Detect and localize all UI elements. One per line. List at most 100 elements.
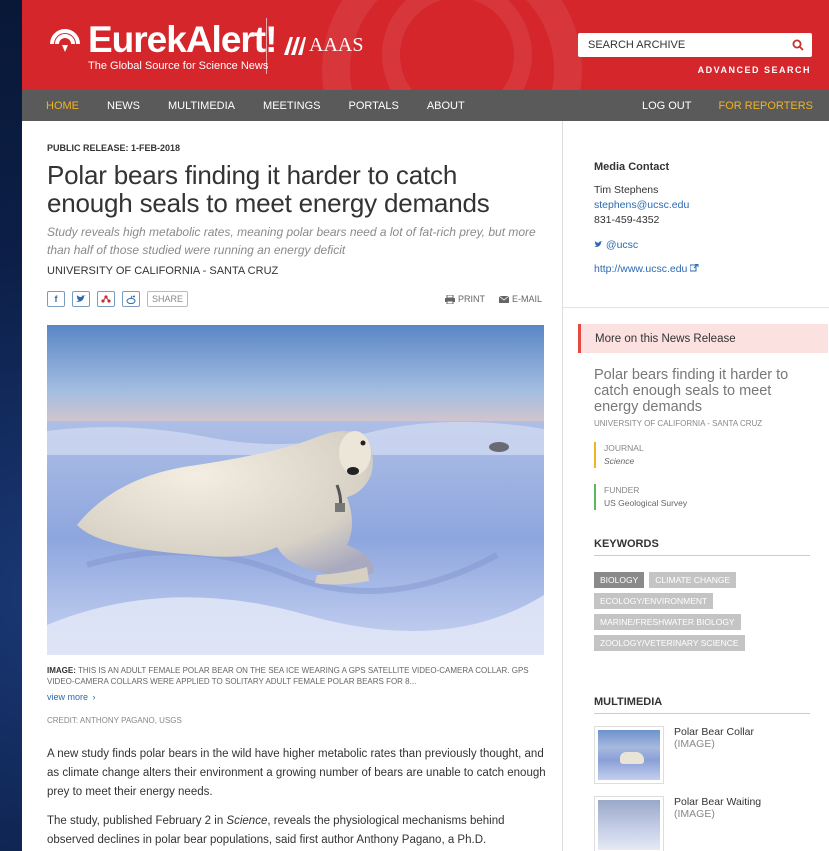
multimedia-caption: Polar Bear Waiting (IMAGE) (674, 796, 761, 851)
view-more-row: view more › (47, 687, 562, 705)
keywords-title: KEYWORDS (594, 538, 659, 550)
nav-item-meetings[interactable]: MEETINGS (263, 100, 320, 112)
facebook-share-button[interactable]: f (47, 291, 65, 307)
more-release-institution: UNIVERSITY OF CALIFORNIA - SANTA CRUZ (594, 419, 763, 428)
funder-block: FUNDER US Geological Survey (594, 484, 829, 510)
twitter-icon (76, 295, 86, 302)
search-icon[interactable] (792, 39, 804, 51)
multimedia-item[interactable]: Polar Bear Collar (IMAGE) (578, 726, 829, 784)
keywords-list: BIOLOGY CLIMATE CHANGE ECOLOGY/ENVIRONME… (578, 572, 808, 656)
facebook-icon: f (54, 294, 58, 304)
search-box (578, 33, 812, 57)
search-input[interactable] (588, 39, 768, 51)
contact-phone: 831-459-4352 (594, 214, 660, 226)
email-label: E-MAIL (511, 294, 542, 304)
aaas-text: AAAS (309, 34, 364, 56)
contact-email-link[interactable]: stephens@ucsc.edu (578, 198, 829, 213)
reddit-icon (126, 295, 136, 304)
email-link[interactable]: E-MAIL (498, 294, 542, 304)
multimedia-item[interactable]: Polar Bear Waiting (IMAGE) (578, 796, 829, 851)
keyword-tag[interactable]: CLIMATE CHANGE (649, 572, 737, 588)
sidebar-section-divider (562, 307, 829, 308)
share-button[interactable]: SHARE (147, 291, 189, 307)
header-swirl-decoration (382, 0, 532, 90)
polar-bear-image (47, 325, 544, 655)
more-on-release-header: More on this News Release (578, 324, 828, 353)
caption-text: THIS IS AN ADULT FEMALE POLAR BEAR ON TH… (47, 666, 529, 686)
printer-icon (444, 294, 455, 304)
thumbnail-image (598, 800, 660, 850)
article-subtitle: Study reveals high metabolic rates, mean… (47, 225, 536, 257)
release-date: PUBLIC RELEASE: 1-FEB-2018 (47, 143, 181, 153)
logo-text: EurekAlert! (88, 19, 277, 60)
reddit-share-button[interactable] (122, 291, 140, 307)
article-title: Polar bears finding it harder to catch e… (47, 160, 490, 218)
body-paragraph-1: A new study finds polar bears in the wil… (47, 748, 546, 798)
aaas-mark-icon (284, 36, 306, 55)
keywords-rule (594, 555, 810, 556)
envelope-icon (498, 295, 509, 303)
nav-item-home[interactable]: HOME (46, 100, 79, 112)
keyword-tag[interactable]: MARINE/FRESHWATER BIOLOGY (594, 614, 741, 630)
twitter-icon (594, 241, 603, 247)
image-credit: CREDIT: ANTHONY PAGANO, USGS (47, 716, 182, 725)
nav-item-news[interactable]: NEWS (107, 100, 140, 112)
multimedia-type: (IMAGE) (674, 738, 715, 750)
logo-tagline: The Global Source for Science News (88, 60, 269, 72)
nav-right: LOG OUT FOR REPORTERS (615, 100, 829, 112)
print-label: PRINT (457, 294, 485, 304)
browser-page: EurekAlert! The Global Source for Scienc… (22, 0, 829, 851)
twitter-handle: @ucsc (605, 239, 639, 251)
external-link-icon (689, 263, 699, 272)
sidebar: Media Contact Tim Stephens stephens@ucsc… (562, 121, 829, 851)
image-caption: IMAGE: THIS IS AN ADULT FEMALE POLAR BEA… (47, 665, 542, 687)
caption-prefix: IMAGE: (47, 666, 76, 675)
keyword-tag[interactable]: ZOOLOGY/VETERINARY SCIENCE (594, 635, 745, 651)
journal-label: JOURNAL (604, 443, 644, 453)
multimedia-rule (594, 713, 810, 714)
nav-item-about[interactable]: ABOUT (427, 100, 465, 112)
eurekalert-logo-icon (50, 29, 80, 52)
paragraph-2-start: The study, published February 2 in (47, 815, 227, 827)
site-header: EurekAlert! The Global Source for Scienc… (22, 0, 829, 90)
media-contact-title: Media Contact (594, 161, 670, 173)
journal-value: Science (604, 456, 635, 466)
funder-label: FUNDER (604, 485, 640, 495)
site-logo[interactable]: EurekAlert! (48, 19, 277, 60)
view-more-chevron-icon: › (92, 692, 96, 702)
keyword-tag[interactable]: ECOLOGY/ENVIRONMENT (594, 593, 714, 609)
twitter-handle-link[interactable]: @ucsc (578, 238, 829, 253)
article-institution: UNIVERSITY OF CALIFORNIA - SANTA CRUZ (47, 265, 279, 277)
nav-item-portals[interactable]: PORTALS (348, 100, 398, 112)
logo-divider (266, 18, 267, 74)
body-paragraph-2: The study, published February 2 in Scien… (47, 812, 547, 850)
funder-value: US Geological Survey (604, 498, 688, 508)
nav-item-multimedia[interactable]: MULTIMEDIA (168, 100, 235, 112)
advanced-search-link[interactable]: ADVANCED SEARCH (698, 65, 811, 75)
multimedia-caption: Polar Bear Collar (IMAGE) (674, 726, 754, 784)
main-nav: HOME NEWS MULTIMEDIA MEETINGS PORTALS AB… (22, 90, 829, 121)
print-email-links: PRINT E-MAIL (431, 294, 542, 304)
aaas-logo[interactable]: AAAS (284, 34, 363, 57)
sidebar-divider (562, 121, 563, 851)
for-reporters-link[interactable]: FOR REPORTERS (718, 100, 813, 112)
article-main: PUBLIC RELEASE: 1-FEB-2018 Polar bears f… (22, 121, 562, 851)
more-release-title-link[interactable]: Polar bears finding it harder to catch e… (578, 367, 808, 415)
view-more-link[interactable]: view more (47, 692, 88, 702)
multimedia-type: (IMAGE) (674, 808, 715, 820)
keyword-tag[interactable]: BIOLOGY (594, 572, 645, 588)
multimedia-thumbnail (594, 796, 664, 851)
twitter-share-button[interactable] (72, 291, 90, 307)
website-link[interactable]: http://www.ucsc.edu (578, 262, 829, 277)
thumbnail-image (598, 730, 660, 780)
website-url: http://www.ucsc.edu (594, 263, 688, 275)
multimedia-title-text: Polar Bear Waiting (674, 796, 762, 808)
polar-bear-photo[interactable] (47, 325, 544, 655)
logout-link[interactable]: LOG OUT (642, 100, 692, 112)
journal-name-inline: Science (226, 815, 268, 827)
multimedia-title: MULTIMEDIA (594, 696, 663, 708)
multimedia-title-text: Polar Bear Collar (674, 726, 754, 738)
contact-name: Tim Stephens (594, 184, 659, 196)
print-link[interactable]: PRINT (444, 294, 485, 304)
digg-share-button[interactable] (97, 291, 115, 307)
